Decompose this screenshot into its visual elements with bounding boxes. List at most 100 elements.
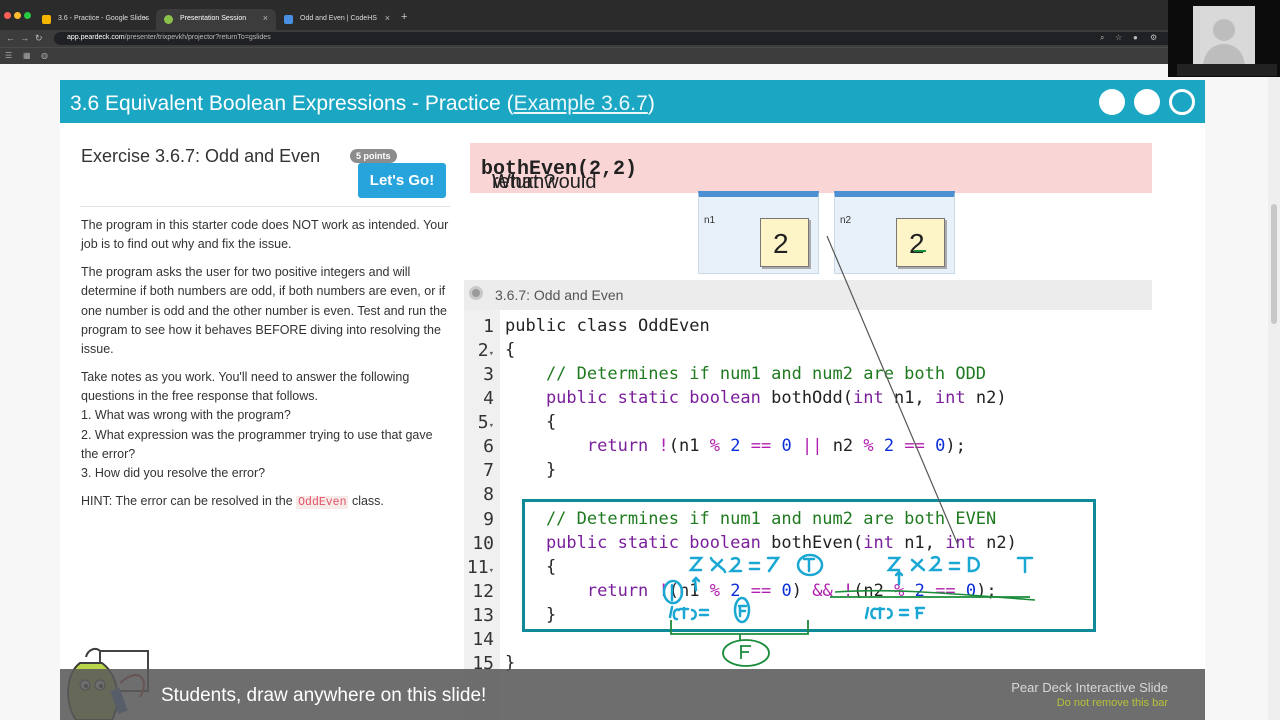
- search-icon[interactable]: ⌕: [1100, 33, 1104, 43]
- variable-value-note: 2: [760, 218, 809, 267]
- fold-arrow-icon[interactable]: ▾: [489, 566, 494, 576]
- close-tab-icon[interactable]: ×: [143, 13, 148, 23]
- question-suffix: return?: [492, 171, 556, 193]
- minimize-window-icon[interactable]: [14, 12, 21, 19]
- code-token: int: [934, 388, 966, 408]
- close-tab-icon[interactable]: ×: [263, 13, 268, 23]
- hint-text: HINT: The error can be resolved in the O…: [81, 492, 453, 512]
- scrollbar-thumb[interactable]: [1271, 204, 1277, 324]
- pear-deck-brand: Pear Deck Interactive Slide: [1011, 680, 1168, 695]
- webcam-name-bar: [1177, 64, 1277, 76]
- browser-tab[interactable]: 3.6 - Practice - Google Slides ×: [34, 9, 156, 30]
- maximize-window-icon[interactable]: [24, 12, 31, 19]
- code-token: int: [853, 388, 884, 408]
- question-text: What would bothEven(2,2) return?: [481, 157, 637, 193]
- description-paragraph: The program asks the user for two positi…: [81, 265, 447, 357]
- pear-deck-bottom-bar: Students, draw anywhere on this slide! P…: [60, 669, 1205, 720]
- url-input[interactable]: app.peardeck.com/presenter/trixpevkh/pro…: [54, 32, 1174, 45]
- globe-icon[interactable]: ◍: [41, 51, 48, 60]
- code-token: // Determines if num1 and num2 are both …: [505, 364, 987, 384]
- slide-header: 3.6 Equivalent Boolean Expressions - Pra…: [60, 80, 1205, 123]
- tab-title: 3.6 - Practice - Google Slides: [58, 15, 150, 22]
- code-token: {: [505, 340, 516, 360]
- code-token: ==: [904, 436, 925, 456]
- settings-icon[interactable]: ⚙: [1150, 33, 1157, 42]
- code-token: !: [658, 436, 669, 456]
- back-icon[interactable]: ←: [6, 33, 15, 43]
- scrollbar[interactable]: [1268, 64, 1280, 720]
- code-token: %: [709, 436, 720, 456]
- forward-icon[interactable]: →: [20, 33, 29, 43]
- bookmark-star-icon[interactable]: ☆: [1115, 33, 1122, 42]
- browser-tab[interactable]: Odd and Even | CodeHS ×: [276, 9, 398, 30]
- codehs-icon: [284, 15, 293, 24]
- browser-tab-active[interactable]: Presentation Session ×: [156, 9, 276, 30]
- close-tab-icon[interactable]: ×: [385, 13, 390, 23]
- new-tab-button[interactable]: +: [401, 11, 407, 23]
- code-token: ||: [801, 436, 823, 456]
- line-number-text: 11: [466, 557, 489, 578]
- url-path: /presenter/trixpevkh/projector?returnTo=…: [124, 34, 271, 41]
- variable-value: 2: [773, 228, 789, 259]
- fold-arrow-icon[interactable]: ▾: [489, 349, 494, 359]
- question-item: 3. How did you resolve the error?: [81, 466, 266, 480]
- exercise-title: Exercise 3.6.7: Odd and Even: [81, 146, 321, 166]
- code-token: n2): [965, 388, 1007, 408]
- code-token: 0: [781, 436, 792, 456]
- extension-icon[interactable]: ●: [1133, 33, 1138, 42]
- variable-box: n1 2: [698, 191, 819, 274]
- lets-go-button[interactable]: Let's Go!: [358, 163, 446, 198]
- code-token: public static boolean: [505, 388, 772, 408]
- pear-deck-icon: [164, 15, 173, 24]
- code-token: {: [505, 412, 557, 432]
- tab-title: Odd and Even | CodeHS: [300, 15, 377, 22]
- reload-icon[interactable]: ↻: [35, 33, 43, 44]
- code-line[interactable]: return !(n1 % 2 == 0 || n2 % 2 == 0);: [505, 436, 966, 456]
- title-text: 3.6 Equivalent Boolean Expressions - Pra…: [70, 92, 514, 115]
- code-line[interactable]: // Determines if num1 and num2 are both …: [505, 364, 986, 384]
- variable-value: 2: [909, 228, 925, 259]
- description-paragraph: The program in this starter code does NO…: [81, 218, 449, 252]
- code-token: }: [505, 460, 557, 480]
- editor-title: 3.6.7: Odd and Even: [495, 287, 624, 303]
- code-token: bothOdd(: [771, 388, 853, 408]
- variable-value-note: 2: [896, 218, 945, 267]
- points-badge: 5 points: [350, 149, 397, 163]
- code-token: ==: [750, 436, 772, 456]
- question-item: 2. What expression was the programmer tr…: [81, 428, 433, 462]
- code-token: 2: [730, 436, 741, 456]
- code-token: );: [945, 436, 966, 456]
- editor-header: 3.6.7: Odd and Even: [464, 280, 1152, 310]
- code-token: 2: [883, 436, 895, 456]
- fold-arrow-icon[interactable]: ▾: [489, 421, 494, 431]
- apps-icon[interactable]: ☰: [5, 51, 12, 60]
- hint-prefix: HINT: The error can be resolved in the: [81, 494, 297, 508]
- gear-icon[interactable]: [469, 286, 483, 300]
- example-link[interactable]: Example 3.6.7: [514, 92, 648, 115]
- hint-code: OddEven: [296, 496, 349, 509]
- code-line[interactable]: public static boolean bothOdd(int n1, in…: [505, 388, 1007, 408]
- hint-suffix: class.: [348, 494, 384, 508]
- title-text: ): [647, 92, 655, 115]
- line-number: 8: [483, 484, 494, 505]
- code-line[interactable]: {: [505, 412, 556, 432]
- line-number: 2▾: [464, 340, 494, 361]
- line-number: 14: [472, 629, 494, 650]
- code-line[interactable]: public class OddEven: [505, 316, 710, 336]
- url-domain: app.peardeck.com: [67, 34, 125, 41]
- grid-icon[interactable]: ▦: [23, 51, 31, 60]
- status-ring: [1169, 89, 1195, 115]
- code-token: return: [505, 436, 659, 456]
- status-dot: [1134, 89, 1160, 115]
- address-bar-row: ← → ↻ app.peardeck.com/presenter/trixpev…: [0, 30, 1280, 47]
- code-line[interactable]: }: [505, 460, 556, 480]
- variable-box: n2 2: [834, 191, 955, 274]
- close-window-icon[interactable]: [4, 12, 11, 19]
- code-line[interactable]: {: [505, 340, 515, 360]
- line-number: 12: [472, 581, 494, 602]
- line-number: 10: [472, 533, 494, 554]
- code-token: %: [863, 436, 874, 456]
